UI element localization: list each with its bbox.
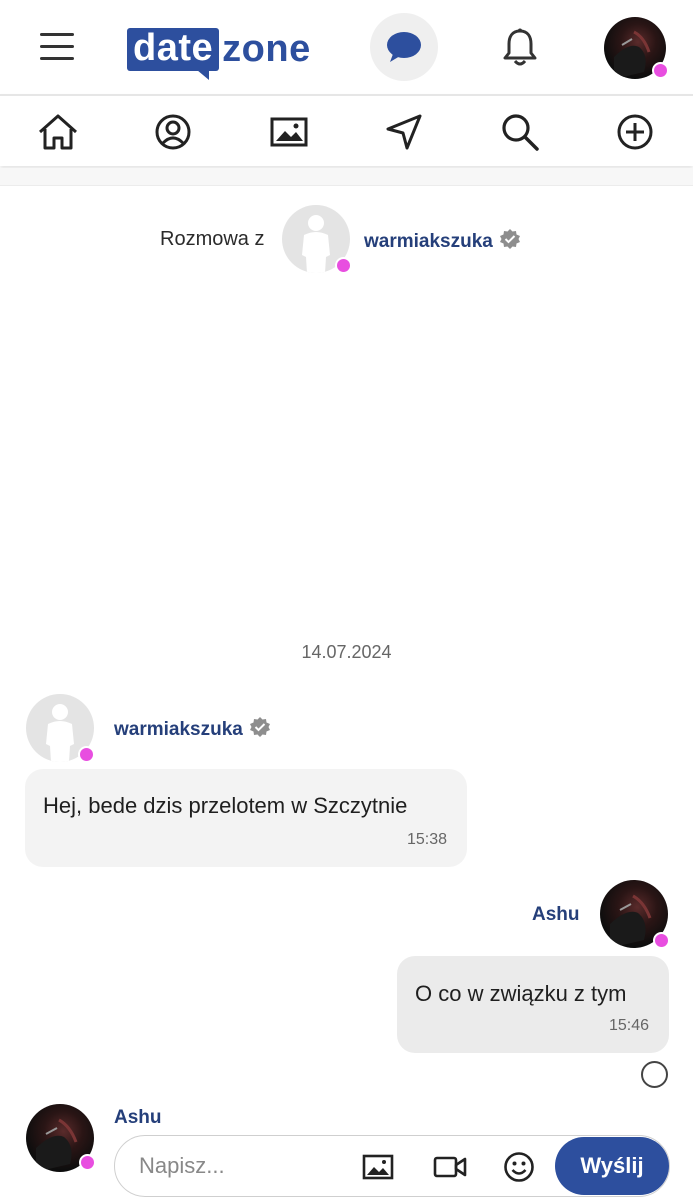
outgoing-message-bubble: O co w związku z tym 15:46 <box>397 956 669 1053</box>
partner-username[interactable]: warmiakszuka <box>364 228 521 253</box>
online-indicator <box>652 62 669 79</box>
messages-button[interactable] <box>370 13 438 81</box>
chat-bubble-icon <box>387 32 421 62</box>
emoji-icon[interactable] <box>502 1151 536 1183</box>
my-profile-avatar[interactable] <box>604 17 669 79</box>
message-time: 15:38 <box>406 831 447 848</box>
divider-strip <box>0 168 693 186</box>
logo-date: date <box>127 27 220 80</box>
search-icon[interactable] <box>498 110 542 154</box>
video-camera-icon[interactable] <box>433 1151 467 1183</box>
online-indicator <box>653 932 670 949</box>
notifications-button[interactable] <box>500 27 540 69</box>
top-header: date zone <box>0 0 693 94</box>
my-username: Ashu <box>532 904 580 925</box>
online-indicator <box>78 746 95 763</box>
read-status-icon <box>641 1061 668 1088</box>
home-icon[interactable] <box>36 110 80 154</box>
online-indicator <box>79 1154 96 1171</box>
message-text: Hej, bede dzis przelotem w Szczytnie <box>43 793 408 818</box>
menu-icon[interactable] <box>40 30 76 62</box>
sender-username[interactable]: warmiakszuka <box>114 716 271 741</box>
navigation-arrow-icon[interactable] <box>382 110 426 154</box>
image-icon[interactable] <box>267 110 311 154</box>
partner-avatar[interactable] <box>282 205 352 274</box>
sender-avatar[interactable] <box>26 694 95 763</box>
user-circle-icon[interactable] <box>151 110 195 154</box>
compose-username: Ashu <box>114 1107 162 1128</box>
conversation-header: Rozmowa z warmiakszuka <box>0 203 693 275</box>
message-time: 15:46 <box>608 1017 649 1034</box>
verified-badge-icon <box>249 717 270 737</box>
message-compose-box: Wyślij <box>114 1135 670 1197</box>
icon-nav-bar <box>0 94 693 166</box>
send-button[interactable]: Wyślij <box>555 1137 669 1195</box>
logo-zone: zone <box>222 28 311 70</box>
online-indicator <box>335 257 352 274</box>
message-input[interactable] <box>139 1150 339 1182</box>
bell-icon <box>503 28 537 66</box>
incoming-message-bubble: Hej, bede dzis przelotem w Szczytnie 15:… <box>25 769 467 867</box>
message-text: O co w związku z tym <box>415 981 627 1006</box>
plus-circle-icon[interactable] <box>613 110 657 154</box>
datezone-logo[interactable]: date zone <box>127 25 311 80</box>
date-separator: 14.07.2024 <box>301 642 392 662</box>
conversation-label: Rozmowa z <box>160 228 265 250</box>
verified-badge-icon <box>499 229 520 249</box>
compose-avatar <box>26 1104 96 1172</box>
image-icon[interactable] <box>361 1151 395 1183</box>
my-avatar[interactable] <box>600 880 670 949</box>
